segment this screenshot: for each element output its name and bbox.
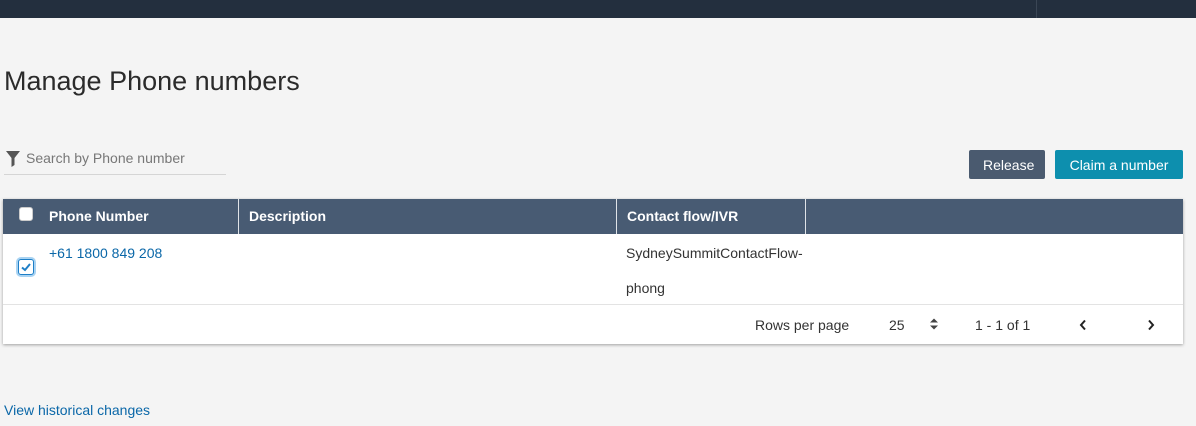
- chevron-left-icon[interactable]: [1075, 317, 1091, 333]
- rows-per-page-label: Rows per page: [755, 317, 850, 333]
- checkmark-icon: [21, 263, 31, 272]
- page-title: Manage Phone numbers: [4, 66, 300, 96]
- rows-per-page-select[interactable]: 25: [889, 317, 905, 333]
- table-pagination: Rows per page 25 1 - 1 of 1: [3, 305, 1183, 344]
- column-header-description[interactable]: Description: [249, 199, 326, 234]
- page-range-text: 1 - 1 of 1: [975, 317, 1031, 333]
- contact-flow-cell-line1: SydneySummitContactFlow-: [626, 245, 803, 261]
- claim-number-button[interactable]: Claim a number: [1055, 150, 1183, 179]
- phone-number-link[interactable]: +61 1800 849 208: [49, 245, 162, 261]
- row-checkbox[interactable]: [18, 259, 34, 275]
- column-divider: [238, 199, 239, 234]
- search-input[interactable]: [26, 146, 224, 170]
- topbar-divider: [1036, 0, 1037, 18]
- column-header-contact-flow[interactable]: Contact flow/IVR: [627, 199, 738, 234]
- sort-updown-icon[interactable]: [929, 317, 939, 331]
- contact-flow-cell-line2: phong: [626, 280, 665, 296]
- select-all-checkbox[interactable]: [19, 207, 33, 221]
- filter-icon: [6, 151, 20, 167]
- chevron-right-icon[interactable]: [1143, 317, 1159, 333]
- column-divider: [805, 199, 806, 234]
- release-button[interactable]: Release: [969, 150, 1045, 179]
- search-bar: [4, 146, 226, 175]
- top-navigation-bar: [0, 0, 1196, 18]
- column-divider: [616, 199, 617, 234]
- column-header-phone-number[interactable]: Phone Number: [49, 199, 149, 234]
- view-historical-changes-link[interactable]: View historical changes: [4, 402, 150, 418]
- table-header: Phone Number Description Contact flow/IV…: [3, 199, 1183, 234]
- phone-numbers-table: Phone Number Description Contact flow/IV…: [3, 199, 1183, 344]
